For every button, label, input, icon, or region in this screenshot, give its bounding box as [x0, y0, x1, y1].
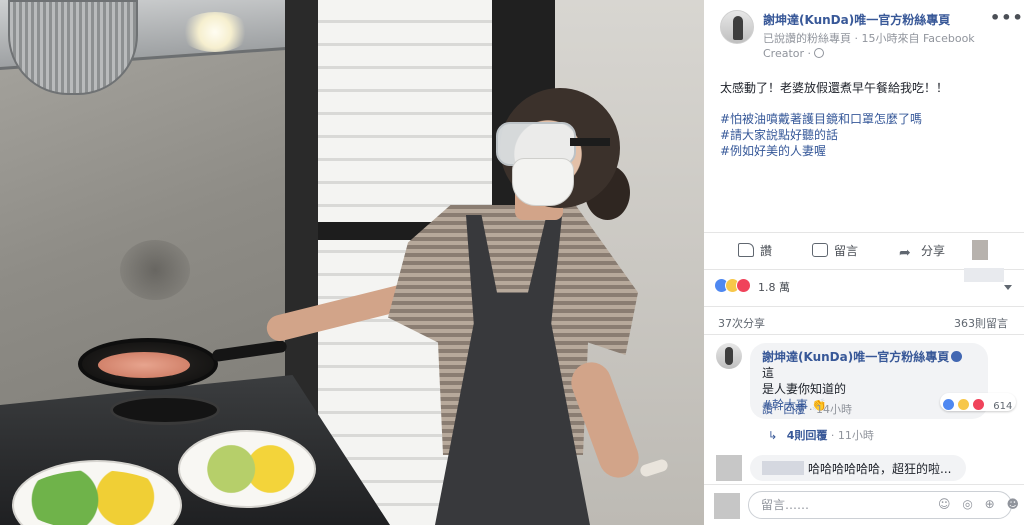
- hashtag-link[interactable]: #怕被油噴戴著護目鏡和口罩怎麼了嗎: [720, 111, 1010, 127]
- composer-icons[interactable]: ☺ ◎ ⊕ ☻: [938, 497, 1023, 511]
- chevron-down-icon[interactable]: [1004, 285, 1012, 290]
- view-replies[interactable]: ↳ 4則回覆 · 11小時: [768, 427, 874, 443]
- comment-reaction-summary[interactable]: 614: [940, 393, 1017, 412]
- thumbs-up-icon: [738, 243, 754, 257]
- comment-avatar[interactable]: [716, 343, 742, 369]
- stove-burner: [110, 395, 220, 425]
- share-count-link[interactable]: 37次分享: [718, 315, 765, 331]
- comment-actions: 讚 · 回覆 · 14小時: [762, 403, 852, 416]
- post-photo[interactable]: [0, 0, 704, 525]
- goggle-strap: [570, 138, 610, 146]
- post-header: 謝坤達(KunDa)唯一官方粉絲專頁 已說讚的粉絲專頁 · 15小時來自 Fac…: [704, 0, 1024, 66]
- comment-like-link[interactable]: 讚: [762, 403, 773, 416]
- post-text-line: 太感動了！老婆放假還煮早午餐給我吃！！: [720, 81, 949, 95]
- share-arrow-icon: ➦: [899, 245, 911, 261]
- face-mask: [512, 158, 574, 206]
- globe-icon[interactable]: [814, 48, 825, 58]
- page-avatar[interactable]: [720, 10, 754, 44]
- comment-text: 哈哈哈哈哈哈，超狂的啦...: [808, 462, 952, 476]
- blurred-author-name: [762, 461, 804, 475]
- share-label: 分享: [921, 244, 946, 258]
- blurred-avatar: [972, 240, 988, 260]
- comment-count-link[interactable]: 363則留言: [954, 315, 1008, 331]
- post-meta-line1[interactable]: 已說讚的粉絲專頁 · 15小時來自 Facebook: [763, 32, 975, 45]
- second-comment: 哈哈哈哈哈哈，超狂的啦...: [716, 455, 1016, 481]
- post-text: 太感動了！老婆放假還煮早午餐給我吃！！ #怕被油噴戴著護目鏡和口罩怎麼了嗎 #請…: [720, 80, 1010, 159]
- hashtag-link[interactable]: #請大家說點好聽的話: [720, 127, 1010, 143]
- page-name-link[interactable]: 謝坤達(KunDa)唯一官方粉絲專頁: [763, 11, 950, 28]
- user-avatar: [714, 493, 740, 519]
- plate-eggs-food: [192, 440, 304, 498]
- comment-button[interactable]: 留言: [812, 242, 858, 259]
- share-button[interactable]: ➦ 分享: [899, 242, 945, 260]
- plate-salad-food: [20, 470, 170, 525]
- comment-label: 留言: [834, 244, 859, 258]
- like-label: 讚: [760, 244, 773, 258]
- comment-bubble-icon: [812, 243, 828, 257]
- comment-reaction-count: 614: [993, 401, 1013, 412]
- like-reaction-icon: [942, 398, 955, 411]
- like-button[interactable]: 讚: [738, 242, 772, 259]
- comment-text: 是人妻你知道的: [762, 382, 847, 396]
- haha-reaction-icon: [957, 398, 971, 411]
- divider: [704, 306, 1024, 307]
- comment-reply-link[interactable]: 回覆: [784, 403, 806, 416]
- blurred-region: [964, 268, 1004, 282]
- pan-food: [98, 352, 190, 378]
- comment-author-link[interactable]: 謝坤達(KunDa)唯一官方粉絲專頁: [762, 350, 949, 364]
- post-side-panel: 謝坤達(KunDa)唯一官方粉絲專頁 已說讚的粉絲專頁 · 15小時來自 Fac…: [704, 0, 1024, 525]
- comment-text: 這: [762, 366, 775, 380]
- replies-link[interactable]: 4則回覆: [787, 429, 828, 442]
- more-options-icon[interactable]: •••: [990, 8, 1024, 27]
- hood-light: [180, 12, 250, 52]
- comment-composer: ☺ ◎ ⊕ ☻: [704, 484, 1024, 525]
- comment-avatar[interactable]: [716, 455, 742, 481]
- wall-stain: [120, 240, 190, 300]
- comment-timestamp[interactable]: 14小時: [816, 403, 852, 416]
- post-meta: 已說讚的粉絲專頁 · 15小時來自 Facebook Creator ·: [763, 31, 1003, 61]
- replies-timestamp: 11小時: [837, 429, 874, 442]
- verified-badge-icon: [951, 351, 963, 362]
- reply-arrow-icon: ↳: [768, 429, 778, 442]
- hashtag-link[interactable]: #例如好美的人妻喔: [720, 143, 1010, 159]
- divider: [704, 334, 1024, 335]
- reaction-count: 1.8 萬: [758, 281, 790, 294]
- love-reaction-icon: [972, 398, 986, 411]
- love-reaction-icon: [736, 278, 751, 293]
- post-meta-line2: Creator ·: [763, 47, 812, 60]
